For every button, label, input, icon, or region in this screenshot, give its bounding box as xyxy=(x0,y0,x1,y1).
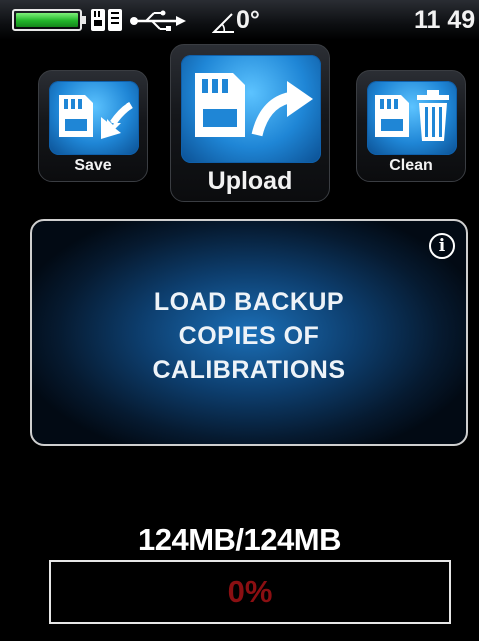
info-icon[interactable]: i xyxy=(429,233,455,259)
battery-icon xyxy=(12,9,86,31)
save-button-label: Save xyxy=(74,157,112,174)
usb-icon xyxy=(130,10,186,31)
angle-value: 0° xyxy=(236,6,260,34)
sd-card-trash-icon xyxy=(367,81,457,155)
sd-card-icon xyxy=(91,9,122,31)
save-button[interactable]: Save xyxy=(38,70,148,182)
panel-message-line: COPIES OF xyxy=(178,322,320,350)
progress-bar: 0% xyxy=(49,560,451,624)
sd-card-save-icon xyxy=(49,81,139,155)
progress-percent: 0% xyxy=(227,574,273,609)
clean-button-label: Clean xyxy=(389,157,433,174)
panel-message-line: LOAD BACKUP xyxy=(153,288,345,316)
message-panel: i LOAD BACKUP COPIES OF CALIBRATIONS xyxy=(30,219,468,446)
battery-level xyxy=(16,13,78,27)
upload-button[interactable]: Upload xyxy=(170,44,330,202)
angle-icon xyxy=(212,13,234,33)
sd-card-upload-icon xyxy=(181,55,321,163)
storage-usage: 124MB/124MB xyxy=(138,522,341,557)
status-bar: 0° 11 49 xyxy=(0,0,479,40)
panel-message-line: CALIBRATIONS xyxy=(152,356,346,384)
panel-message: LOAD BACKUP COPIES OF CALIBRATIONS xyxy=(32,285,466,387)
clean-button[interactable]: Clean xyxy=(356,70,466,182)
upload-button-label: Upload xyxy=(207,167,293,195)
clock: 11 49 xyxy=(414,6,476,34)
